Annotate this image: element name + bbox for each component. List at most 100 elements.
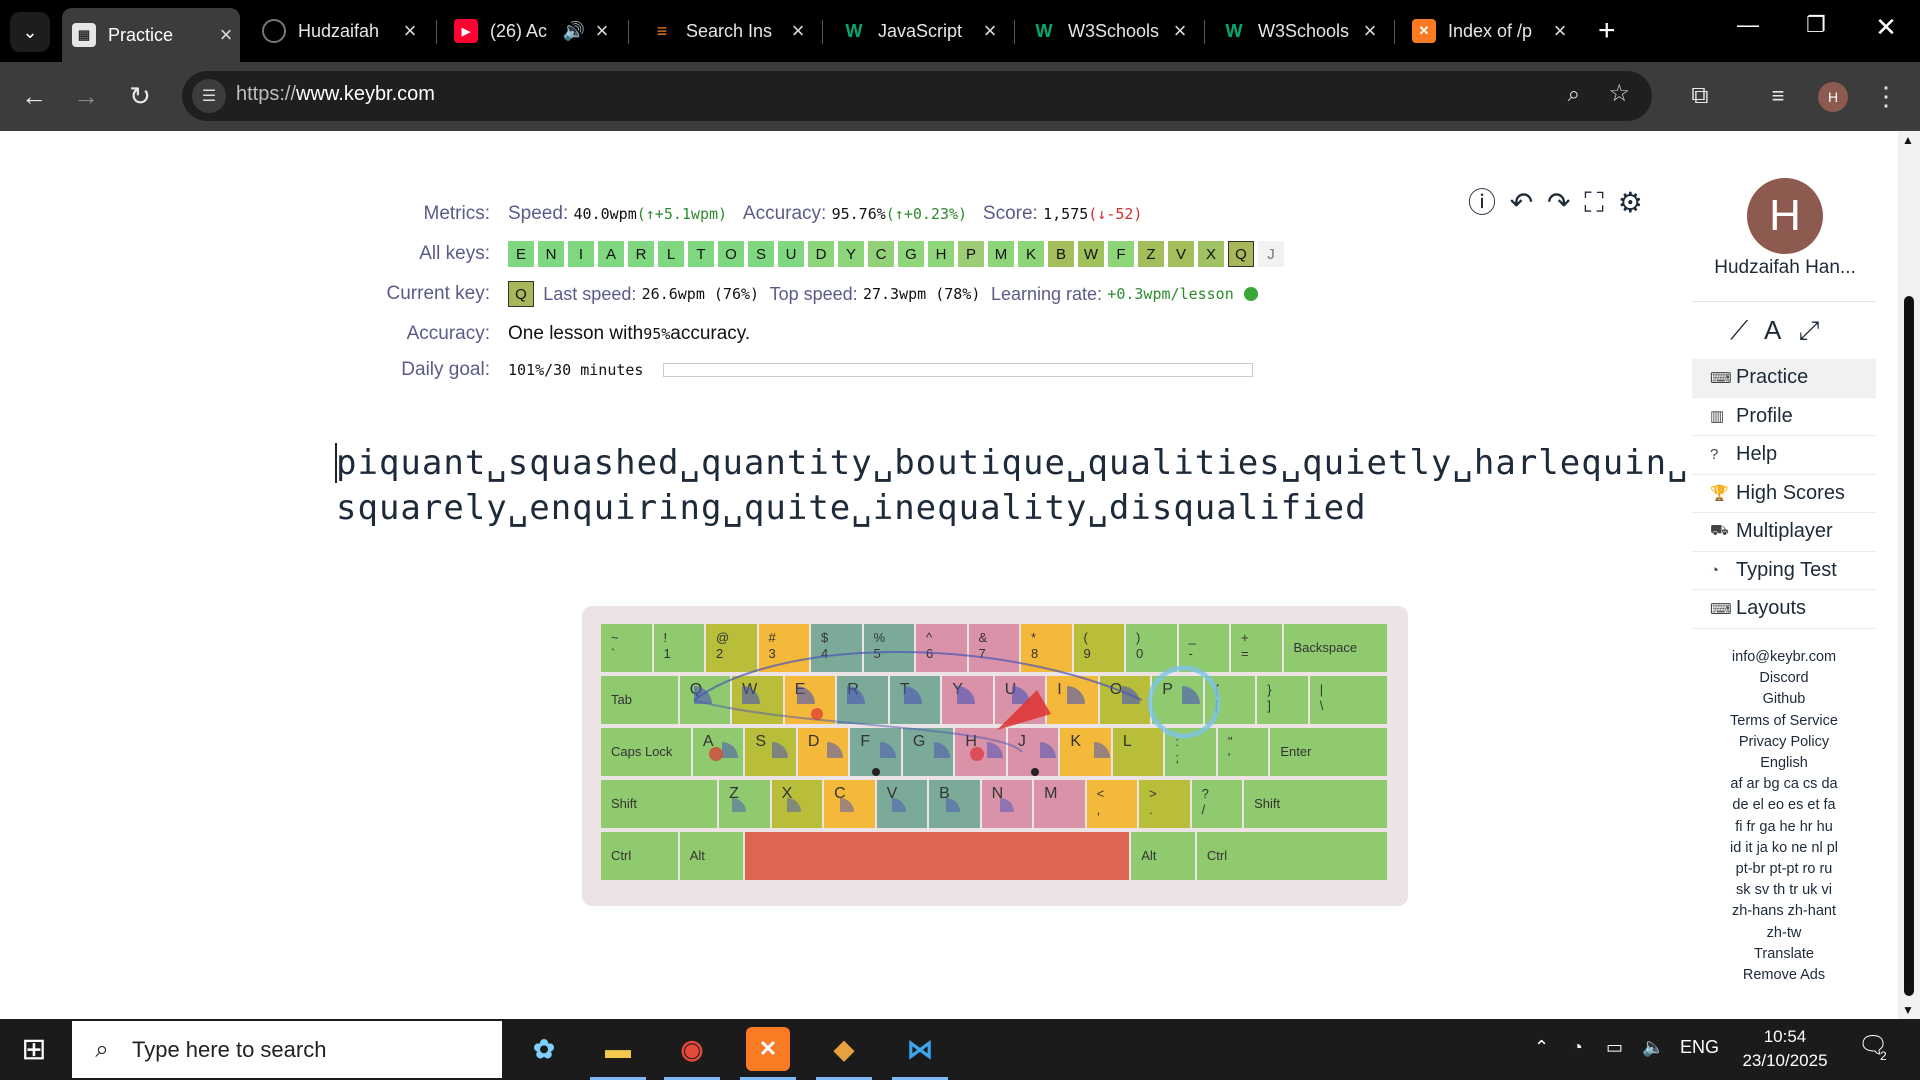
browser-profile-avatar[interactable]: H: [1818, 82, 1848, 112]
key-badge: N: [538, 241, 564, 267]
sidebar-item-typing-test[interactable]: ◔ Typing Test: [1692, 552, 1876, 590]
speaker-icon[interactable]: 🔊: [560, 21, 588, 42]
close-icon[interactable]: ×: [212, 22, 240, 48]
key-u: U: [994, 676, 1046, 724]
clock[interactable]: 10:54 23/10/2025: [1730, 1025, 1840, 1073]
close-icon[interactable]: ×: [1546, 18, 1574, 44]
url-text[interactable]: https://www.keybr.com: [236, 83, 435, 106]
close-icon[interactable]: ×: [976, 18, 1004, 44]
network-icon[interactable]: ◔: [1572, 1037, 1583, 1058]
smile-icon: [1244, 287, 1259, 301]
minimize-button[interactable]: —: [1724, 12, 1772, 38]
address-bar[interactable]: ☰ https://www.keybr.com ⌕ ☆: [182, 71, 1652, 121]
key-h: H: [955, 728, 1006, 776]
sidebar-links: info@keybr.com Discord Github Terms of Serv…: [1692, 647, 1876, 986]
tab-search-insert[interactable]: ≡ Search Ins ×: [640, 10, 812, 52]
key-extra: }]: [1257, 676, 1308, 724]
taskbar-search[interactable]: ⌕ Type here to search: [72, 1021, 502, 1078]
footer-link[interactable]: fi fr ga he hr hu: [1692, 817, 1876, 838]
media-controls-icon[interactable]: ≡: [1758, 76, 1798, 116]
footer-link[interactable]: Translate: [1692, 944, 1876, 965]
battery-icon[interactable]: ▭: [1606, 1037, 1623, 1058]
translate-icon[interactable]: A: [1764, 315, 1781, 345]
footer-link[interactable]: Terms of Service: [1692, 711, 1876, 732]
tab-javascript[interactable]: W JavaScript ×: [832, 10, 1004, 52]
tab-youtube[interactable]: ▶ (26) Ac 🔊 ×: [444, 10, 616, 52]
close-icon[interactable]: ×: [784, 18, 812, 44]
site-info-icon[interactable]: ☰: [192, 79, 226, 113]
user-avatar[interactable]: H: [1747, 178, 1823, 254]
footer-link[interactable]: af ar bg ca cs da: [1692, 774, 1876, 795]
git-icon[interactable]: ◆: [822, 1027, 866, 1071]
chrome-icon[interactable]: ◉: [670, 1027, 714, 1071]
forward-icon[interactable]: →: [66, 76, 106, 116]
footer-link[interactable]: Privacy Policy: [1692, 732, 1876, 753]
redo-icon[interactable]: ↷: [1547, 187, 1570, 218]
close-icon[interactable]: ×: [1166, 18, 1194, 44]
tab-search-button[interactable]: ⌄: [10, 12, 50, 52]
vscode-icon[interactable]: ⋈: [898, 1027, 942, 1071]
tab-hudzaifah[interactable]: Hudzaifah ×: [252, 10, 424, 52]
tab-w3schools-2[interactable]: W W3Schools ×: [1212, 10, 1384, 52]
sidebar-item-profile[interactable]: ▥ Profile: [1692, 398, 1876, 436]
close-icon[interactable]: ×: [588, 18, 616, 44]
footer-link[interactable]: Github: [1692, 689, 1876, 710]
tray-chevron-icon[interactable]: ⌃: [1534, 1037, 1549, 1058]
daily-goal-progress: [663, 363, 1254, 377]
footer-link[interactable]: sk sv th tr uk vi: [1692, 880, 1876, 901]
key-backspace: Backspace: [1283, 624, 1387, 672]
footer-link[interactable]: id it ja ko ne nl pl: [1692, 838, 1876, 859]
sidebar-item-layouts[interactable]: ⌨ Layouts: [1692, 590, 1876, 629]
footer-link[interactable]: pt-br pt-pt ro ru: [1692, 859, 1876, 880]
volume-icon[interactable]: 🔈: [1642, 1037, 1664, 1058]
windows-start-icon[interactable]: ⊞: [14, 1029, 54, 1069]
new-tab-button[interactable]: +: [1598, 14, 1616, 48]
trophy-icon: 🏆: [1710, 485, 1729, 503]
fullscreen-icon[interactable]: ⛶: [1584, 187, 1604, 218]
tab-index-of[interactable]: ✕ Index of /p ×: [1402, 10, 1574, 52]
page-scrollbar[interactable]: ▲ ▼: [1898, 131, 1920, 1019]
footer-link[interactable]: de el eo es et fa: [1692, 795, 1876, 816]
expand-icon[interactable]: ⤢: [1799, 315, 1820, 345]
menu-icon[interactable]: ⋮: [1866, 76, 1906, 116]
speed-value: 40.0wpm: [573, 205, 637, 223]
key-badge: G: [898, 241, 924, 267]
bookmark-star-icon[interactable]: ☆: [1608, 79, 1630, 108]
sidebar-item-high-scores[interactable]: 🏆 High Scores: [1692, 475, 1876, 513]
help-icon[interactable]: ⓘ: [1468, 187, 1496, 218]
footer-link[interactable]: zh-tw: [1692, 923, 1876, 944]
footer-link[interactable]: Discord: [1692, 668, 1876, 689]
username[interactable]: Hudzaifah Han...: [1702, 257, 1868, 279]
undo-icon[interactable]: ↶: [1510, 187, 1533, 218]
settings-gear-icon[interactable]: ⚙: [1618, 187, 1643, 218]
sidebar-item-multiplayer[interactable]: ⛟ Multiplayer: [1692, 513, 1876, 552]
tab-practice[interactable]: ▦ Practice ×: [62, 8, 240, 62]
magic-wand-icon[interactable]: ⟋: [1730, 315, 1748, 345]
key-shift-left: Shift: [601, 780, 718, 828]
close-window-button[interactable]: ✕: [1862, 12, 1910, 43]
close-icon[interactable]: ×: [1356, 18, 1384, 44]
back-icon[interactable]: ←: [14, 76, 54, 116]
footer-link[interactable]: English: [1692, 753, 1876, 774]
restore-button[interactable]: ❐: [1792, 12, 1840, 38]
w3schools-icon: W: [1035, 20, 1053, 41]
file-explorer-icon[interactable]: ▬: [596, 1027, 640, 1071]
key-badge: C: [868, 241, 894, 267]
close-icon[interactable]: ×: [396, 18, 424, 44]
copilot-icon[interactable]: ✿: [522, 1027, 566, 1071]
key-badge: Z: [1138, 241, 1164, 267]
zoom-icon[interactable]: ⌕: [1568, 81, 1580, 107]
extensions-icon[interactable]: ⧉: [1680, 76, 1720, 116]
sidebar-item-help[interactable]: ? Help: [1692, 436, 1876, 475]
tab-w3schools-1[interactable]: W W3Schools ×: [1022, 10, 1194, 52]
language-indicator[interactable]: ENG: [1680, 1037, 1719, 1058]
xampp-app-icon[interactable]: ✕: [746, 1027, 790, 1071]
scrollbar-thumb[interactable]: [1904, 296, 1914, 996]
lesson-text[interactable]: piquant␣squashed␣quantity␣boutique␣quali…: [336, 441, 1688, 531]
footer-link[interactable]: zh-hans zh-hant: [1692, 901, 1876, 922]
sidebar-item-practice[interactable]: ⌨ Practice: [1692, 359, 1876, 398]
footer-link[interactable]: info@keybr.com: [1692, 647, 1876, 668]
key-badge: U: [778, 241, 804, 267]
reload-icon[interactable]: ↻: [120, 76, 160, 116]
footer-link[interactable]: Remove Ads: [1692, 965, 1876, 986]
